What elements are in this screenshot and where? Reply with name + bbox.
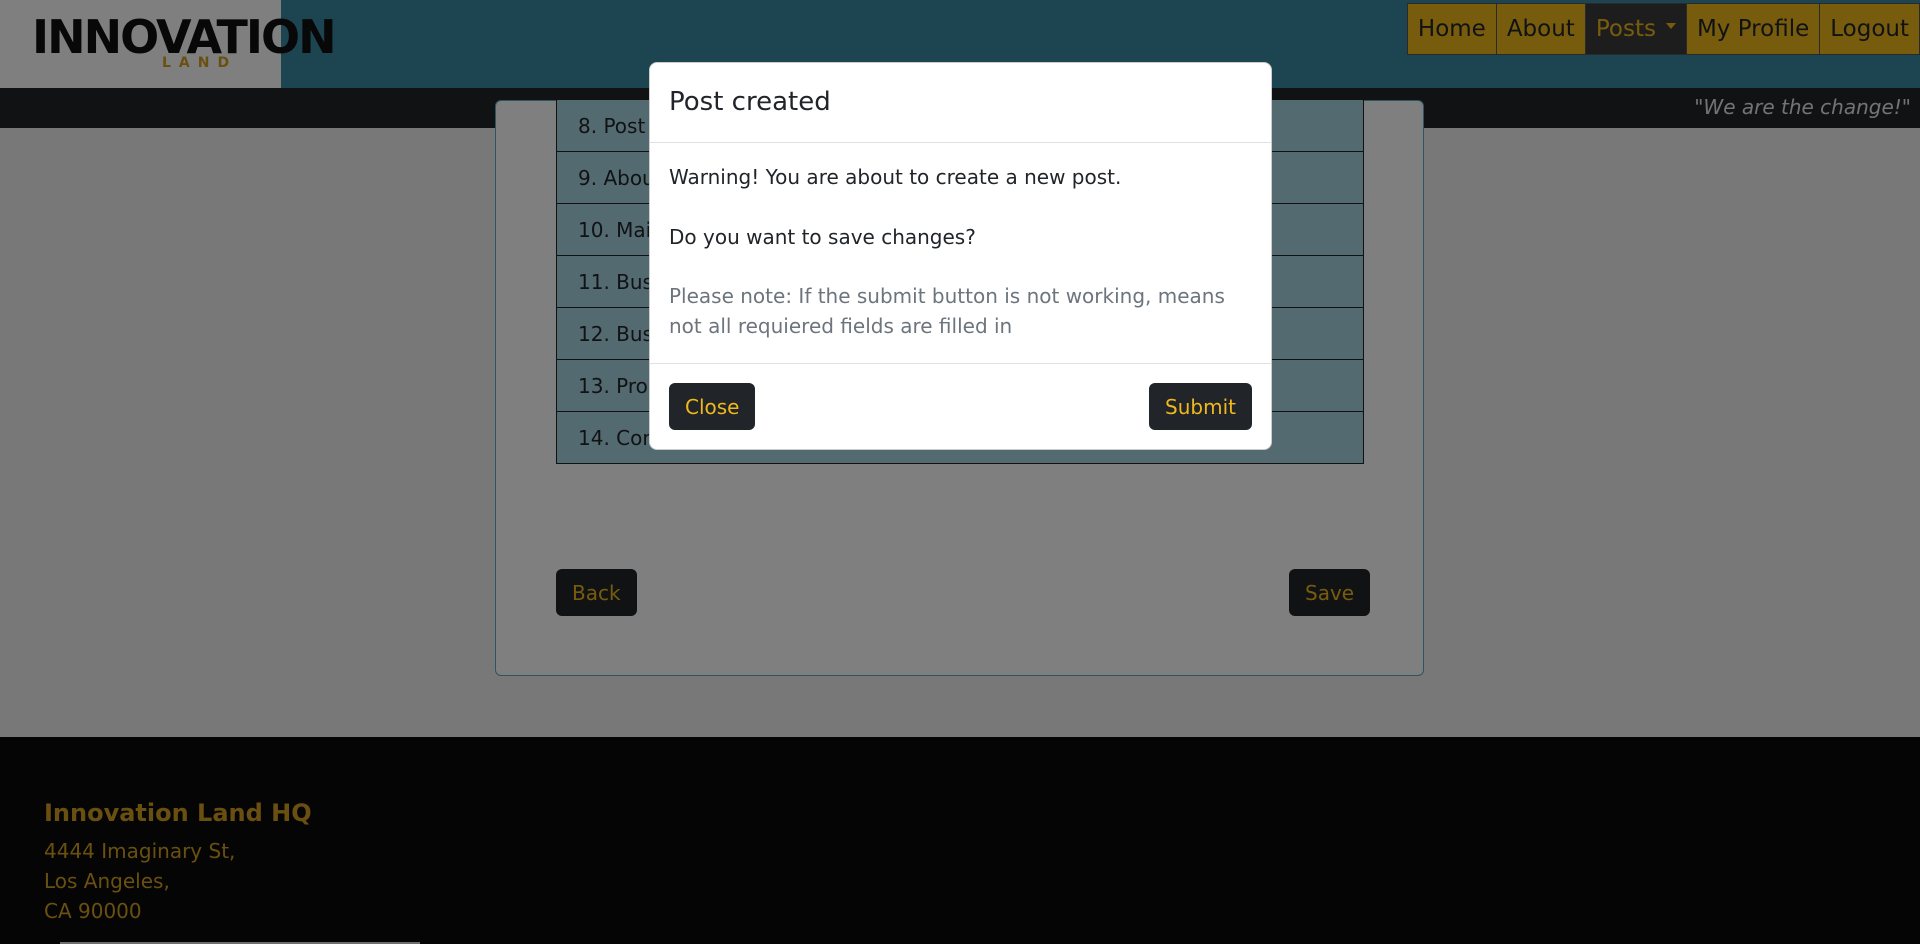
post-created-modal: Post created Warning! You are about to c… [649,62,1272,450]
close-button[interactable]: Close [669,383,756,430]
submit-button[interactable]: Submit [1149,383,1252,430]
modal-divider [650,142,1271,143]
modal-divider [650,363,1271,364]
modal-note: Please note: If the submit button is not… [669,284,1225,338]
modal-title: Post created [669,87,831,117]
modal-question: Do you want to save changes? [669,225,976,249]
modal-warning: Warning! You are about to create a new p… [669,165,1122,189]
